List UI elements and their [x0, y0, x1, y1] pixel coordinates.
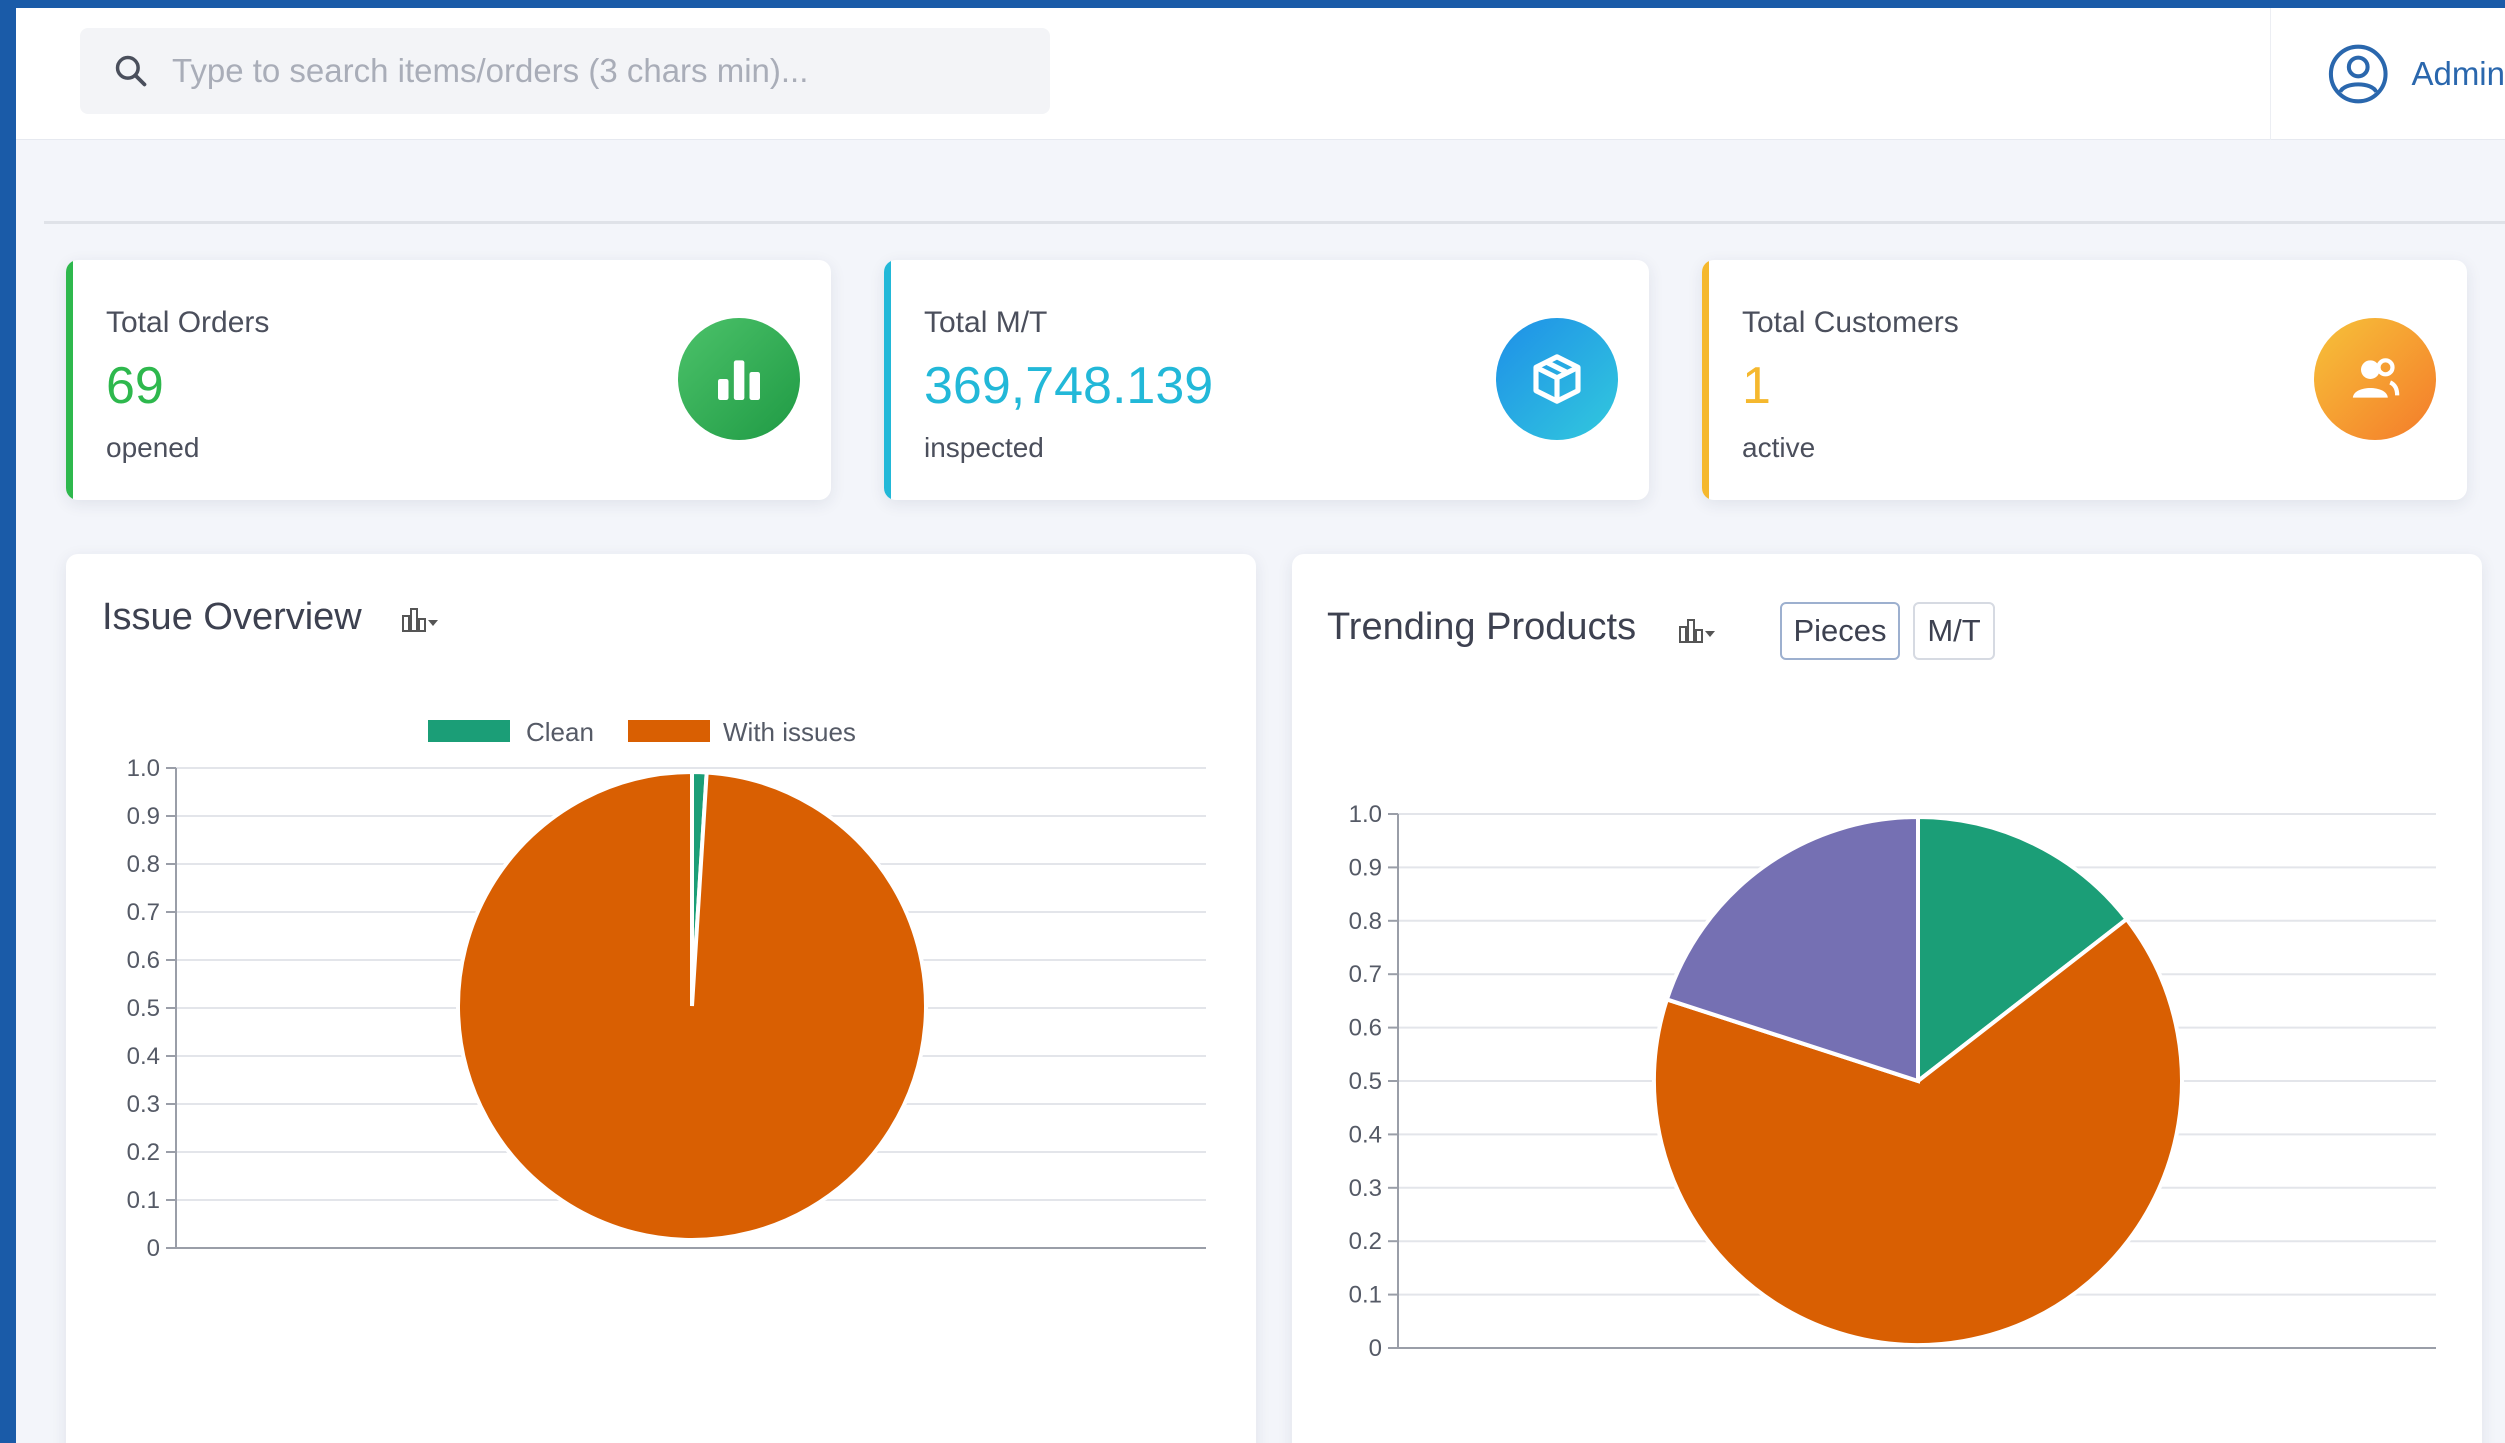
y-tick-label: 0.2 — [1349, 1228, 1382, 1255]
y-tick-label: 0.3 — [127, 1091, 160, 1118]
y-tick-label: 0.7 — [1349, 961, 1382, 988]
y-tick-label: 1.0 — [1349, 801, 1382, 828]
y-tick-label: 0 — [147, 1235, 160, 1262]
y-tick-label: 0.1 — [1349, 1282, 1382, 1309]
y-tick-label: 0.1 — [127, 1187, 160, 1214]
legend-label: With issues — [723, 717, 856, 747]
y-tick-label: 0.2 — [127, 1139, 160, 1166]
legend-swatch — [628, 720, 710, 742]
y-tick-label: 0.5 — [127, 995, 160, 1022]
y-tick-label: 1.0 — [127, 755, 160, 782]
pie-slice — [455, 769, 928, 1242]
y-tick-label: 0.8 — [1349, 908, 1382, 935]
y-tick-label: 0.7 — [127, 899, 160, 926]
legend-swatch — [428, 720, 510, 742]
y-tick-label: 0.6 — [1349, 1015, 1382, 1042]
app-window: Admin Total Orders 69 opened Total M/T 3… — [16, 8, 2505, 1443]
charts-canvas: 1.0 0.9 0.8 0.7 0.6 0.5 0.4 0.3 0.2 0.1 0 Clean With… — [127, 717, 2436, 1362]
y-tick-label: 0.9 — [127, 803, 160, 830]
y-tick-label: 0.3 — [1349, 1175, 1382, 1202]
legend-label: Clean — [526, 717, 594, 747]
y-tick-label: 0.8 — [127, 851, 160, 878]
y-tick-label: 0.5 — [1349, 1068, 1382, 1095]
y-tick-label: 0.4 — [1349, 1121, 1382, 1148]
y-tick-label: 0 — [1369, 1335, 1382, 1362]
y-tick-label: 0.9 — [1349, 854, 1382, 881]
y-tick-label: 0.6 — [127, 947, 160, 974]
y-tick-label: 0.4 — [127, 1043, 160, 1070]
